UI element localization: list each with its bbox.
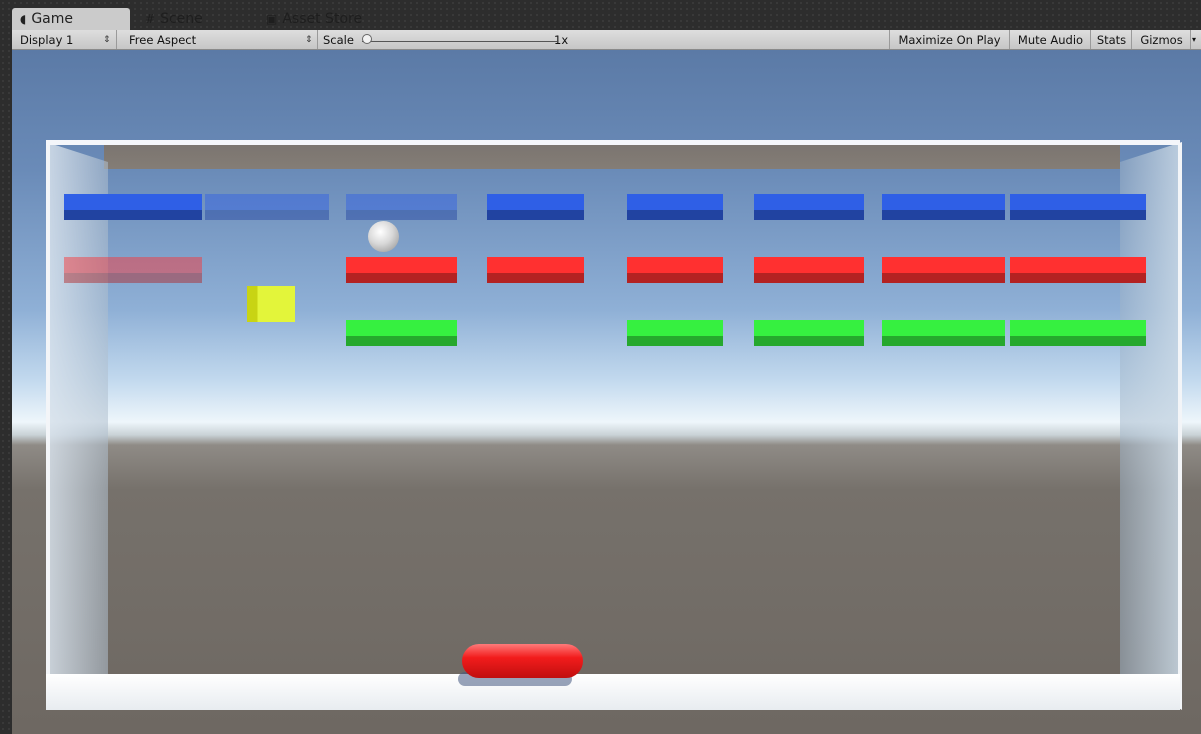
tab-scene[interactable]: # Scene bbox=[137, 8, 247, 30]
left-wall bbox=[46, 142, 108, 710]
brick-blue-6 bbox=[754, 194, 864, 220]
brick-red-6 bbox=[754, 257, 864, 283]
brick-blue-1 bbox=[64, 194, 202, 220]
gizmos-dropdown-arrow-icon[interactable]: ▾ bbox=[1192, 30, 1201, 49]
tab-game-label: Game bbox=[31, 11, 74, 27]
brick-red-8 bbox=[1010, 257, 1146, 283]
paddle bbox=[462, 644, 583, 678]
tab-asset-store[interactable]: ▣ Asset Store bbox=[258, 8, 388, 30]
top-wall bbox=[46, 140, 1180, 145]
scale-slider-knob[interactable] bbox=[362, 34, 372, 44]
brick-blue-3 bbox=[346, 194, 457, 220]
ball bbox=[368, 221, 399, 252]
powerup-cube bbox=[247, 286, 295, 322]
updown-arrows-icon: ⇕ bbox=[103, 34, 111, 45]
tab-scene-label: Scene bbox=[160, 11, 203, 27]
stats-toggle[interactable]: Stats bbox=[1092, 30, 1132, 49]
grid-icon: # bbox=[145, 12, 156, 26]
brick-green-6 bbox=[754, 320, 864, 346]
pacman-icon: ◖ bbox=[20, 12, 27, 26]
floor bbox=[46, 674, 1180, 710]
display-dropdown[interactable]: Display 1 ⇕ bbox=[12, 30, 117, 49]
mute-audio-toggle[interactable]: Mute Audio bbox=[1011, 30, 1091, 49]
brick-green-3 bbox=[346, 320, 457, 346]
game-view-toolbar: Display 1 ⇕ Free Aspect ⇕ Scale 1x Maxim… bbox=[12, 30, 1201, 50]
brick-green-5 bbox=[627, 320, 723, 346]
brick-red-3 bbox=[346, 257, 457, 283]
aspect-dropdown-label: Free Aspect bbox=[129, 32, 197, 47]
brick-red-7 bbox=[882, 257, 1005, 283]
updown-arrows-icon: ⇕ bbox=[305, 34, 313, 45]
game-viewport[interactable] bbox=[12, 50, 1201, 734]
back-wall bbox=[104, 145, 1120, 169]
scale-value: 1x bbox=[554, 32, 569, 47]
brick-red-5 bbox=[627, 257, 723, 283]
maximize-on-play-toggle[interactable]: Maximize On Play bbox=[889, 30, 1010, 49]
brick-green-7 bbox=[882, 320, 1005, 346]
brick-blue-2 bbox=[205, 194, 329, 220]
brick-blue-4 bbox=[487, 194, 584, 220]
brick-blue-8 bbox=[1010, 194, 1146, 220]
gizmos-dropdown[interactable]: Gizmos bbox=[1133, 30, 1191, 49]
right-wall bbox=[1120, 142, 1182, 710]
tab-game[interactable]: ◖ Game bbox=[12, 8, 130, 30]
tab-asset-store-label: Asset Store bbox=[282, 11, 363, 27]
editor-tab-bar: ◖ Game # Scene ▣ Asset Store bbox=[12, 8, 1201, 30]
scale-slider-track[interactable] bbox=[362, 41, 557, 42]
store-bag-icon: ▣ bbox=[266, 12, 278, 26]
scale-label: Scale bbox=[323, 32, 354, 47]
brick-red-1 bbox=[64, 257, 202, 283]
brick-red-4 bbox=[487, 257, 584, 283]
display-dropdown-label: Display 1 bbox=[20, 32, 74, 47]
brick-blue-7 bbox=[882, 194, 1005, 220]
brick-green-8 bbox=[1010, 320, 1146, 346]
aspect-dropdown[interactable]: Free Aspect ⇕ bbox=[120, 30, 318, 49]
brick-blue-5 bbox=[627, 194, 723, 220]
